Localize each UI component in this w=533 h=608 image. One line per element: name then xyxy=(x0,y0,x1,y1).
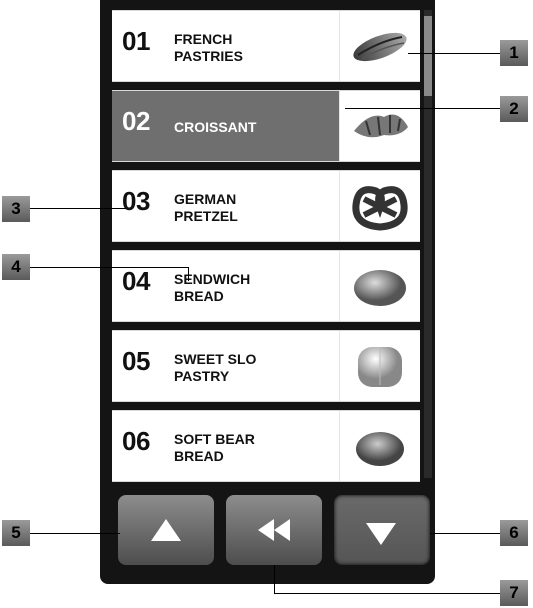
rewind-icon xyxy=(258,519,292,541)
sweet-pastry-image xyxy=(339,331,420,401)
item-number: 01 xyxy=(122,26,150,56)
soft-bread-image xyxy=(339,411,420,481)
item-name: CROISSANT xyxy=(174,119,257,135)
list-item[interactable]: 04 SENDWICH BREAD xyxy=(112,250,420,322)
callout-line-4 xyxy=(30,267,188,268)
recipe-list: 01 FRENCH PASTRIES 02 CROISSANT 03 GERMA… xyxy=(112,10,424,482)
sandwich-bread-image xyxy=(339,251,420,321)
scrollbar-thumb[interactable] xyxy=(424,16,432,96)
callout-line-5 xyxy=(30,533,120,534)
scroll-up-button[interactable] xyxy=(118,495,214,565)
scroll-down-button[interactable] xyxy=(334,495,430,565)
list-item[interactable]: 03 GERMAN PRETZEL xyxy=(112,170,420,242)
callout-1: 1 xyxy=(500,40,528,66)
callout-line-7a xyxy=(274,565,275,593)
callout-line-7b xyxy=(274,593,502,594)
list-item[interactable]: 05 SWEET SLO PASTRY xyxy=(112,330,420,402)
list-item[interactable]: 06 SOFT BEAR BREAD xyxy=(112,410,420,482)
item-name: FRENCH PASTRIES xyxy=(174,31,243,64)
pain-au-chocolat-image xyxy=(339,11,420,81)
list-item[interactable]: 01 FRENCH PASTRIES xyxy=(112,10,420,82)
item-name: SENDWICH BREAD xyxy=(174,271,251,304)
croissant-image xyxy=(339,91,420,161)
callout-6: 6 xyxy=(500,520,528,546)
item-number: 06 xyxy=(122,426,150,456)
callout-4: 4 xyxy=(2,254,30,280)
callout-line-2 xyxy=(345,108,500,109)
callout-5: 5 xyxy=(2,520,30,546)
item-number: 04 xyxy=(122,266,150,296)
scrollbar[interactable] xyxy=(424,10,432,478)
item-number: 03 xyxy=(122,186,150,216)
callout-line-3 xyxy=(30,208,126,209)
item-name: GERMAN PRETZEL xyxy=(174,191,238,224)
pretzel-image xyxy=(339,171,420,241)
callout-3: 3 xyxy=(2,196,30,222)
callout-line-1 xyxy=(408,53,500,54)
item-number: 05 xyxy=(122,346,150,376)
item-number: 02 xyxy=(122,106,150,136)
callout-2: 2 xyxy=(500,96,528,122)
item-name: SWEET SLO PASTRY xyxy=(174,351,257,384)
down-arrow-icon xyxy=(366,523,396,545)
callout-line-6 xyxy=(430,533,502,534)
callout-line-4b xyxy=(188,267,189,281)
list-item-selected[interactable]: 02 CROISSANT xyxy=(112,90,420,162)
callout-7: 7 xyxy=(500,580,528,606)
back-button[interactable] xyxy=(226,495,322,565)
up-arrow-icon xyxy=(151,519,181,541)
item-name: SOFT BEAR BREAD xyxy=(174,431,255,464)
